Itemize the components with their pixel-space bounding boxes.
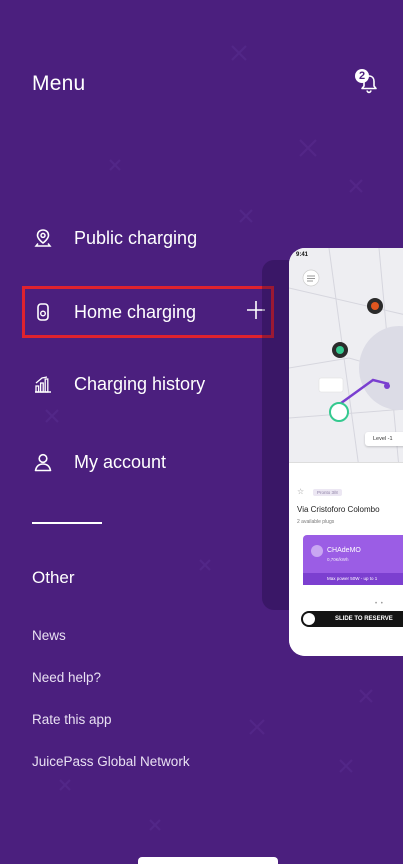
user-icon [32, 451, 54, 473]
link-global-network[interactable]: JuicePass Global Network [32, 754, 190, 769]
pager-dots: • • [375, 601, 384, 607]
slide-to-reserve: SLIDE TO RESERVE [301, 611, 403, 627]
link-need-help[interactable]: Need help? [32, 670, 101, 685]
preview-clock: 9:41 [296, 252, 309, 258]
map-area: 9:41 Level -1 [289, 248, 403, 469]
location-pin-icon [32, 227, 54, 249]
connector-price: 0,70€/kWh [327, 557, 349, 562]
plug-icon [311, 545, 323, 557]
notification-badge: 2 [355, 69, 369, 83]
main-screen-preview[interactable]: 9:41 Level -1 ☆ Pronto 3/8 Via Cristofor… [289, 248, 403, 656]
nav-item-my-account[interactable]: My account [24, 440, 166, 484]
chevron-right-icon [303, 613, 315, 625]
nav-item-label: Home charging [74, 301, 197, 322]
menu-divider [32, 522, 102, 524]
available-plugs: 2 available plugs [297, 519, 335, 525]
my-location-marker [329, 402, 349, 422]
favorite-star-icon: ☆ [297, 487, 305, 496]
menu-title: Menu [32, 72, 86, 95]
connector-power: Max power 50W - up to 1 [303, 573, 403, 585]
station-card: ☆ Pronto 3/8 Via Cristoforo Colombo 2 av… [289, 462, 403, 656]
nav-item-label: My account [74, 451, 167, 472]
nav-item-label: Charging history [74, 373, 206, 394]
menu-icon [302, 269, 320, 287]
side-menu-screen: Menu 2 Public charging Home charging Cha… [0, 0, 403, 864]
level-selector: Level -1 [365, 432, 403, 446]
connector-card: CHAdeMO 0,70€/kWh Max power 50W - up to … [303, 535, 403, 585]
other-section-title: Other [32, 568, 75, 587]
notifications-button[interactable]: 2 [354, 68, 384, 98]
home-indicator [138, 857, 278, 864]
preview-shadow [262, 260, 292, 610]
nav-item-home-charging[interactable]: Home charging [24, 290, 196, 334]
slide-label: SLIDE TO RESERVE [335, 616, 393, 622]
nav-item-label: Public charging [74, 227, 198, 248]
nav-item-charging-history[interactable]: Charging history [24, 362, 205, 406]
wallbox-icon [32, 301, 54, 323]
nav-item-public-charging[interactable]: Public charging [24, 216, 197, 260]
station-address: Via Cristoforo Colombo [297, 505, 380, 514]
connector-name: CHAdeMO [327, 547, 361, 554]
bar-chart-icon [32, 373, 54, 395]
station-tag: Pronto 3/8 [313, 489, 342, 496]
link-news[interactable]: News [32, 628, 66, 643]
link-rate-app[interactable]: Rate this app [32, 712, 112, 727]
